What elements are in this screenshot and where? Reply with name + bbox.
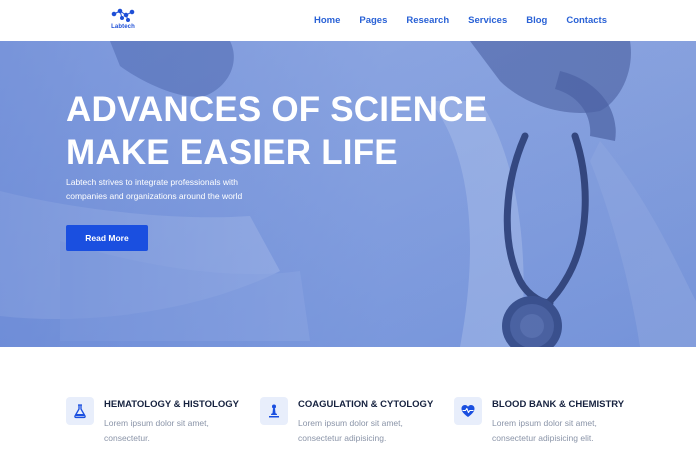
- feature-text: Lorem ipsum dolor sit amet, consectetur …: [298, 416, 448, 446]
- read-more-button[interactable]: Read More: [66, 225, 148, 251]
- hero-subtitle: Labtech strives to integrate professiona…: [66, 175, 296, 203]
- microscope-icon: [260, 397, 288, 425]
- feature-text: Lorem ipsum dolor sit amet, consectetur …: [492, 416, 642, 446]
- flask-icon: [66, 397, 94, 425]
- main-nav: Home Pages Research Services Blog Contac…: [314, 14, 607, 27]
- feature-text-line-1: Lorem ipsum dolor sit amet,: [492, 418, 597, 428]
- nav-contacts[interactable]: Contacts: [566, 14, 607, 27]
- hero-title-line-1: ADVANCES OF SCIENCE: [66, 90, 488, 129]
- feature-title: HEMATOLOGY & HISTOLOGY: [104, 399, 239, 410]
- logo[interactable]: Labtech: [106, 8, 140, 34]
- hero-section: ADVANCES OF SCIENCE MAKE EASIER LIFE Lab…: [0, 41, 696, 347]
- nav-home[interactable]: Home: [314, 14, 340, 27]
- hero-subtitle-line-2: companies and organizations around the w…: [66, 191, 243, 201]
- features-section: HEMATOLOGY & HISTOLOGY Lorem ipsum dolor…: [0, 347, 696, 473]
- molecule-icon: [111, 8, 135, 22]
- feature-coagulation: COAGULATION & CYTOLOGY Lorem ipsum dolor…: [260, 397, 450, 457]
- hero-title-line-2: MAKE EASIER LIFE: [66, 133, 398, 172]
- feature-title: BLOOD BANK & CHEMISTRY: [492, 399, 625, 410]
- hero-title: ADVANCES OF SCIENCE MAKE EASIER LIFE: [66, 88, 546, 174]
- nav-pages[interactable]: Pages: [359, 14, 387, 27]
- site-header: Labtech Home Pages Research Services Blo…: [0, 0, 696, 41]
- logo-text: Labtech: [111, 24, 135, 30]
- feature-text-line-2: consectetur adipisicing.: [298, 433, 387, 443]
- hero-subtitle-line-1: Labtech strives to integrate professiona…: [66, 177, 238, 187]
- heartbeat-icon: [454, 397, 482, 425]
- feature-blood-bank: BLOOD BANK & CHEMISTRY Lorem ipsum dolor…: [454, 397, 644, 457]
- feature-text: Lorem ipsum dolor sit amet, consectetur.: [104, 416, 254, 446]
- feature-text-line-2: consectetur.: [104, 433, 150, 443]
- feature-text-line-1: Lorem ipsum dolor sit amet,: [104, 418, 209, 428]
- feature-hematology: HEMATOLOGY & HISTOLOGY Lorem ipsum dolor…: [66, 397, 256, 457]
- nav-services[interactable]: Services: [468, 14, 507, 27]
- nav-research[interactable]: Research: [406, 14, 449, 27]
- feature-text-line-1: Lorem ipsum dolor sit amet,: [298, 418, 403, 428]
- feature-title: COAGULATION & CYTOLOGY: [298, 399, 434, 410]
- nav-blog[interactable]: Blog: [526, 14, 547, 27]
- feature-text-line-2: consectetur adipisicing elit.: [492, 433, 594, 443]
